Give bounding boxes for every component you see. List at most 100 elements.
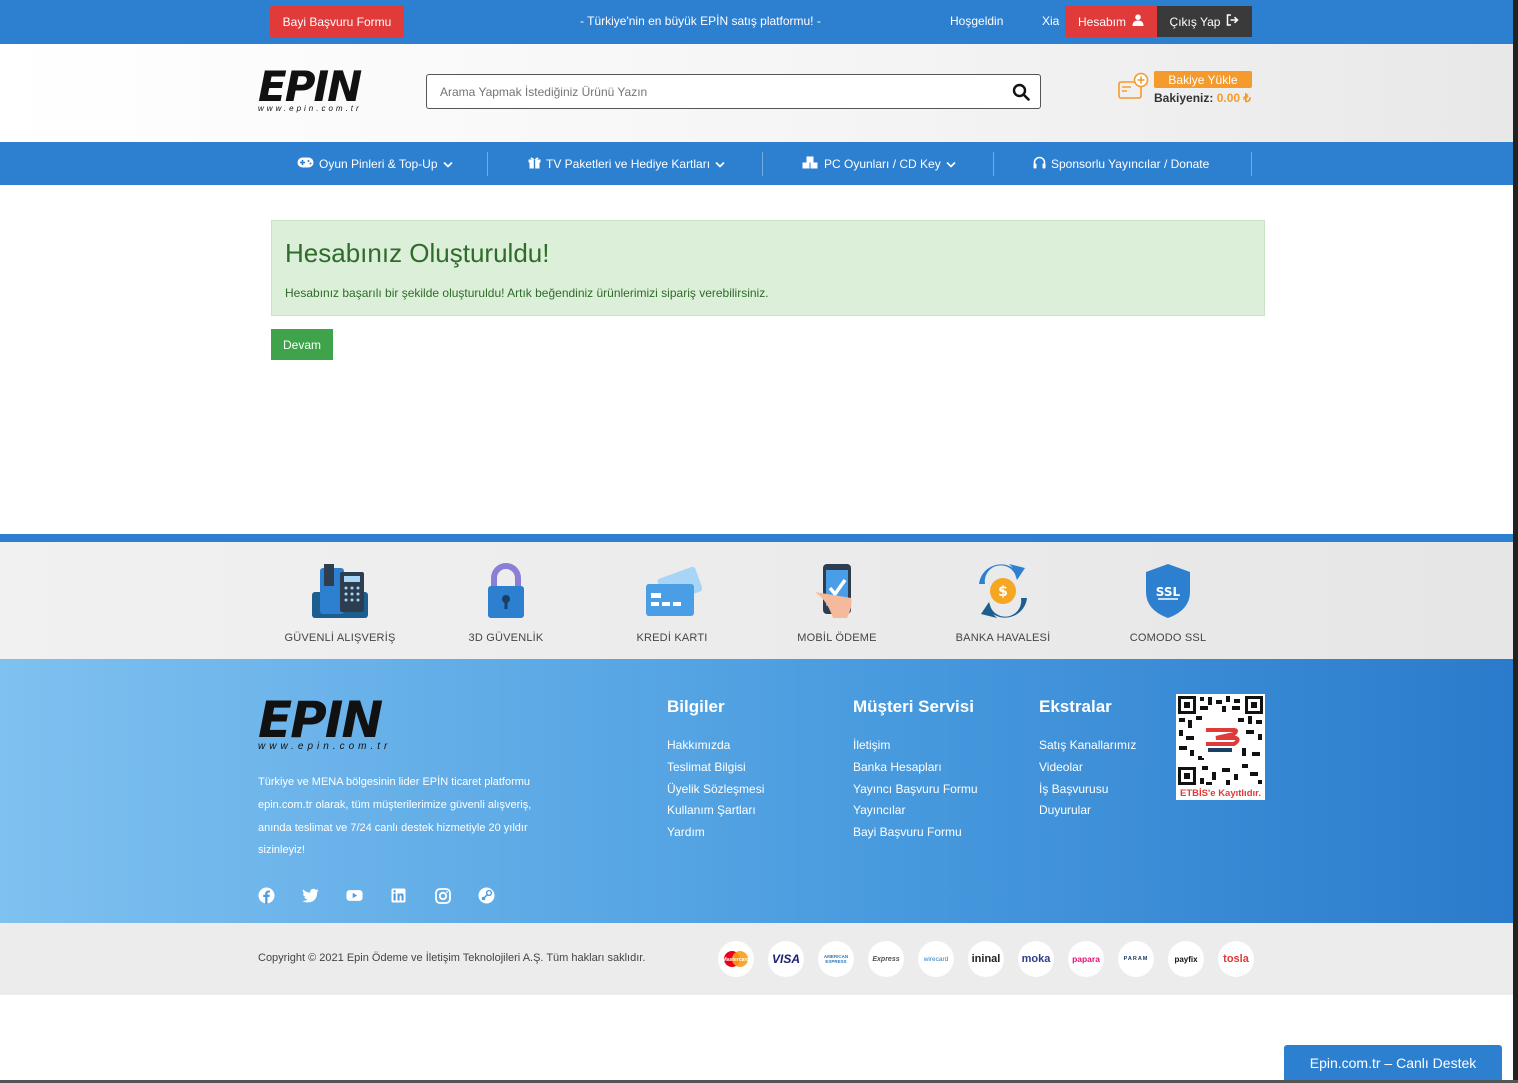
nav-item-pc-games[interactable]: PC Oyunları / CD Key bbox=[802, 142, 956, 185]
logo-text: EPIN bbox=[258, 691, 383, 749]
footer-description: Türkiye ve MENA bölgesinin lider EPİN ti… bbox=[258, 776, 532, 857]
bank-transfer-icon: $ bbox=[933, 562, 1073, 620]
alert-title: Hesabınız Oluşturuldu! bbox=[285, 238, 550, 268]
footer-link[interactable]: Yardım bbox=[667, 822, 764, 844]
user-icon bbox=[1132, 14, 1144, 29]
nav-divider bbox=[487, 152, 488, 176]
security-item: SSL COMODO SSL bbox=[1098, 562, 1238, 644]
account-button[interactable]: Hesabım bbox=[1065, 6, 1157, 37]
ssl-shield-icon: SSL bbox=[1098, 562, 1238, 620]
payment-logo-ininal: ininal bbox=[968, 941, 1004, 977]
social-links bbox=[258, 887, 495, 904]
payment-logo-tosla: tosla bbox=[1218, 941, 1254, 977]
alert-message: Hesabınız başarılı bir şekilde oluşturul… bbox=[285, 286, 769, 300]
nav-item-sponsored-streamers[interactable]: Sponsorlu Yayıncılar / Donate bbox=[1033, 142, 1209, 185]
security-label: 3D GÜVENLİK bbox=[468, 632, 544, 644]
payment-logo-papara: papara bbox=[1068, 941, 1104, 977]
live-support-button[interactable]: Epin.com.tr – Canlı Destek bbox=[1284, 1045, 1502, 1080]
footer-link[interactable]: Banka Hesapları bbox=[853, 757, 978, 779]
footer: EPIN www.epin.com.tr Türkiye ve MENA böl… bbox=[0, 659, 1513, 923]
security-item: $ BANKA HAVALESİ bbox=[933, 562, 1073, 644]
chevron-down-icon bbox=[715, 157, 725, 171]
etbis-label: ETBİS'e Kayıtlıdır. bbox=[1176, 787, 1265, 800]
security-item: GÜVENLİ ALIŞVERİŞ bbox=[270, 562, 410, 644]
footer-link[interactable]: Videolar bbox=[1039, 757, 1136, 779]
balance-label: Bakiyeniz: bbox=[1154, 91, 1214, 105]
site-logo[interactable]: EPIN www.epin.com.tr bbox=[258, 62, 362, 114]
twitter-icon[interactable] bbox=[302, 887, 319, 904]
facebook-icon[interactable] bbox=[258, 887, 275, 904]
wallet-add-icon[interactable] bbox=[1117, 72, 1149, 102]
nav-divider bbox=[993, 152, 994, 176]
security-item: KREDİ KARTI bbox=[602, 562, 742, 644]
footer-link[interactable]: Yayıncı Başvuru Formu bbox=[853, 779, 978, 801]
security-label: GÜVENLİ ALIŞVERİŞ bbox=[284, 632, 396, 644]
credit-card-icon bbox=[602, 562, 742, 620]
username: Xia bbox=[1042, 14, 1060, 28]
security-label: BANKA HAVALESİ bbox=[955, 632, 1051, 644]
security-item: MOBİL ÖDEME bbox=[767, 562, 907, 644]
padlock-icon bbox=[436, 562, 576, 620]
success-alert: Hesabınız Oluşturuldu! Hesabınız başarıl… bbox=[271, 220, 1265, 316]
svg-text:SSL: SSL bbox=[1156, 585, 1181, 599]
footer-column-title: Bilgiler bbox=[667, 697, 725, 716]
footer-link[interactable]: Satış Kanallarımız bbox=[1039, 735, 1136, 757]
payment-logo-visa: VISA bbox=[768, 941, 804, 977]
security-label: COMODO SSL bbox=[1129, 632, 1207, 644]
balance-value: 0.00 ₺ bbox=[1216, 91, 1252, 105]
nav-item-tv-packages[interactable]: TV Paketleri ve Hediye Kartları bbox=[528, 142, 725, 185]
youtube-icon[interactable] bbox=[346, 887, 363, 904]
dealer-application-button[interactable]: Bayi Başvuru Formu bbox=[270, 6, 404, 38]
welcome-text: Hoşgeldin bbox=[950, 14, 1004, 28]
logo-subtext: www.epin.com.tr bbox=[258, 104, 362, 113]
footer-link[interactable]: Kullanım Şartları bbox=[667, 800, 764, 822]
footer-link[interactable]: Teslimat Bilgisi bbox=[667, 757, 764, 779]
headphones-icon bbox=[1033, 156, 1046, 172]
etbis-qr-badge[interactable]: ETBİS'e Kayıtlıdır. bbox=[1176, 694, 1265, 800]
footer-link[interactable]: Üyelik Sözleşmesi bbox=[667, 779, 764, 801]
security-label: KREDİ KARTI bbox=[636, 632, 708, 644]
search-box bbox=[426, 74, 1041, 109]
footer-link[interactable]: İletişim bbox=[853, 735, 978, 757]
search-icon[interactable] bbox=[1012, 83, 1030, 101]
window-edge bbox=[1513, 0, 1518, 1083]
steam-icon[interactable] bbox=[478, 887, 495, 904]
topup-balance-button[interactable]: Bakiye Yükle bbox=[1154, 71, 1252, 88]
balance-display: Bakiyeniz: 0.00 ₺ bbox=[1154, 91, 1251, 105]
top-bar: Bayi Başvuru Formu - Türkiye'nin en büyü… bbox=[0, 0, 1513, 44]
payment-methods: Mastercard VISA AMERICAN EXPRESS Express… bbox=[718, 941, 1254, 977]
logo-text: EPIN bbox=[258, 62, 362, 111]
gift-icon bbox=[528, 156, 541, 172]
logout-button[interactable]: Çıkış Yap bbox=[1157, 6, 1252, 37]
footer-link[interactable]: Hakkımızda bbox=[667, 735, 764, 757]
payment-logo-param: PARAM bbox=[1118, 941, 1154, 977]
nav-divider bbox=[1251, 152, 1252, 176]
tagline: - Türkiye'nin en büyük EPİN satış platfo… bbox=[580, 14, 821, 28]
footer-logo[interactable]: EPIN www.epin.com.tr bbox=[258, 691, 392, 752]
account-label: Hesabım bbox=[1077, 14, 1127, 29]
nav-label: Oyun Pinleri & Top-Up bbox=[319, 156, 438, 171]
sign-out-icon bbox=[1226, 14, 1240, 29]
logout-label: Çıkış Yap bbox=[1169, 14, 1221, 29]
mobile-payment-icon bbox=[767, 562, 907, 620]
linkedin-icon[interactable] bbox=[390, 887, 407, 904]
footer-link[interactable]: Yayıncılar bbox=[853, 800, 978, 822]
footer-column-title: Ekstralar bbox=[1039, 697, 1112, 716]
footer-link[interactable]: İş Başvurusu bbox=[1039, 779, 1136, 801]
gamepad-icon bbox=[297, 157, 314, 171]
cubes-icon bbox=[802, 156, 819, 172]
nav-label: TV Paketleri ve Hediye Kartları bbox=[546, 156, 711, 171]
section-divider bbox=[0, 534, 1513, 542]
footer-link[interactable]: Bayi Başvuru Formu bbox=[853, 822, 978, 844]
continue-button[interactable]: Devam bbox=[271, 329, 333, 360]
svg-text:$: $ bbox=[998, 584, 1008, 600]
main-nav: Oyun Pinleri & Top-Up TV Paketleri ve He… bbox=[0, 142, 1513, 185]
page: Bayi Başvuru Formu - Türkiye'nin en büyü… bbox=[0, 0, 1513, 1083]
nav-label: Sponsorlu Yayıncılar / Donate bbox=[1051, 156, 1210, 171]
footer-link[interactable]: Duyurular bbox=[1039, 800, 1136, 822]
instagram-icon[interactable] bbox=[434, 887, 451, 904]
search-input[interactable] bbox=[427, 75, 987, 108]
logo-subtext: www.epin.com.tr bbox=[258, 741, 392, 752]
copyright-text: Copyright © 2021 Epin Ödeme ve İletişim … bbox=[258, 952, 646, 964]
nav-item-game-pins[interactable]: Oyun Pinleri & Top-Up bbox=[297, 142, 453, 185]
